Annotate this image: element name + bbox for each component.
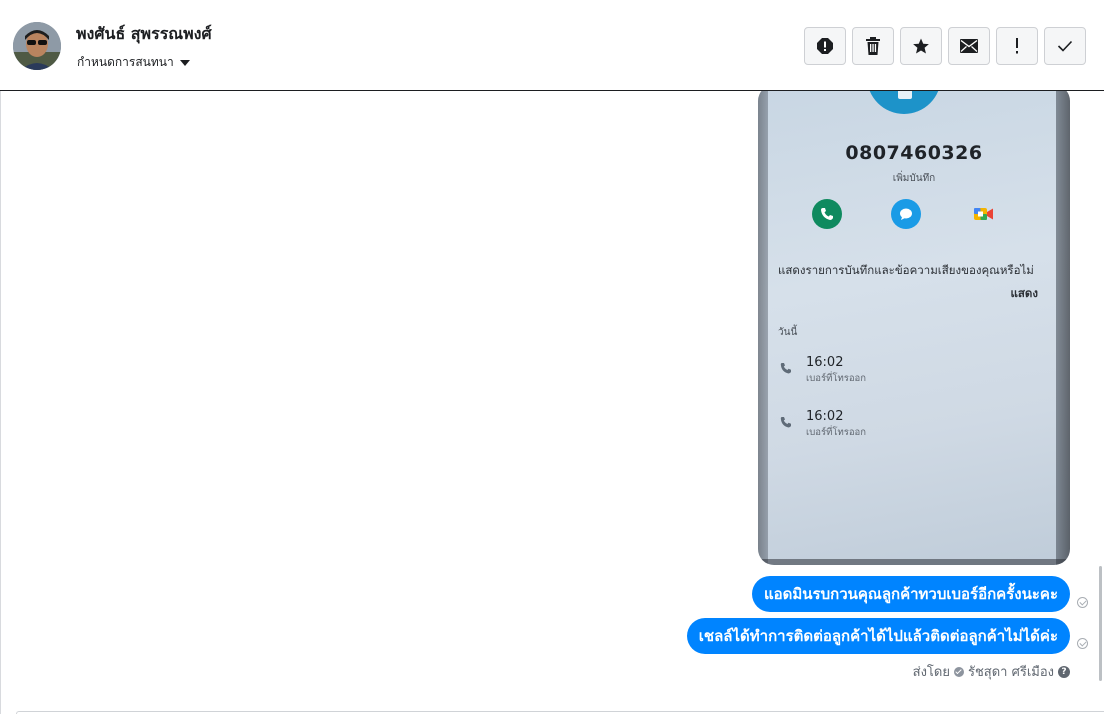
assign-label: กำหนดการสนทนา (77, 55, 174, 69)
attachment-show-prompt: แสดงรายการบันทึกและข้อความเสียงของคุณหรื… (778, 263, 1034, 277)
caret-down-icon (179, 59, 190, 66)
message-bubble[interactable]: แอดมินรบกวนคุณลูกค้าทวบเบอร์อีกครั้งนะคะ (751, 576, 1070, 612)
camera-icon (898, 91, 912, 99)
sent-by-name: รัชสุดา ศรีเมือง (967, 665, 1054, 680)
mark-unread-button[interactable] (948, 27, 990, 65)
call-log-time: 16:02 (806, 355, 844, 370)
star-button[interactable] (900, 27, 942, 65)
attachment-section-today: วันนี้ (778, 327, 798, 338)
contact-photo-placeholder (867, 91, 941, 114)
video-call-icon (969, 199, 999, 229)
assign-conversation-dropdown[interactable]: กำหนดการสนทนา (77, 53, 190, 72)
call-log-label: เบอร์ที่โทรออก (806, 373, 866, 384)
image-attachment[interactable]: 0807460326 เพิ่มบันทึก แสดงรายการบันทึกแ… (758, 91, 1070, 565)
header-toolbar (804, 27, 1086, 65)
phone-nav-bar (758, 559, 1070, 565)
sent-by-label: ส่งโดย (912, 665, 950, 680)
alert-circle-icon (817, 38, 833, 54)
scrollbar[interactable] (1099, 566, 1102, 681)
delivered-check-icon (1077, 597, 1088, 608)
sent-by-info: ส่งโดย รัชสุดา ศรีเมือง ? (913, 661, 1070, 682)
attachment-add-note: เพิ่มบันทึก (892, 173, 936, 184)
star-icon (913, 38, 929, 54)
call-log-time: 16:02 (806, 409, 844, 424)
mark-done-button[interactable] (1044, 27, 1086, 65)
message-bubble[interactable]: เชลล์ได้ทำการติดต่อลูกค้าได้ไปแล้วติดต่อ… (686, 618, 1070, 654)
envelope-icon (960, 39, 978, 53)
follow-up-button[interactable] (996, 27, 1038, 65)
help-icon[interactable]: ? (1058, 665, 1070, 678)
verified-icon (953, 666, 964, 677)
trash-icon (866, 37, 880, 55)
exclamation-icon (1016, 38, 1018, 54)
outgoing-call-icon (780, 363, 791, 374)
attachment-show-action: แสดง (1010, 286, 1038, 300)
delivered-check-icon (1077, 638, 1088, 649)
contact-avatar[interactable] (13, 22, 61, 70)
conversation-header: พงศันธ์ สุพรรณพงศ์ กำหนดการสนทนา (0, 0, 1104, 91)
contact-name[interactable]: พงศันธ์ สุพรรณพงศ์ (76, 22, 212, 47)
call-log-label: เบอร์ที่โทรออก (806, 427, 866, 438)
conversation-thread[interactable]: 0807460326 เพิ่มบันทึก แสดงรายการบันทึกแ… (0, 91, 1104, 714)
spam-button[interactable] (804, 27, 846, 65)
delete-button[interactable] (852, 27, 894, 65)
attachment-phone-number: 0807460326 (845, 142, 983, 164)
call-icon (812, 199, 842, 229)
outgoing-call-icon (780, 417, 791, 428)
checkmark-icon (1057, 40, 1073, 52)
message-icon (891, 199, 921, 229)
